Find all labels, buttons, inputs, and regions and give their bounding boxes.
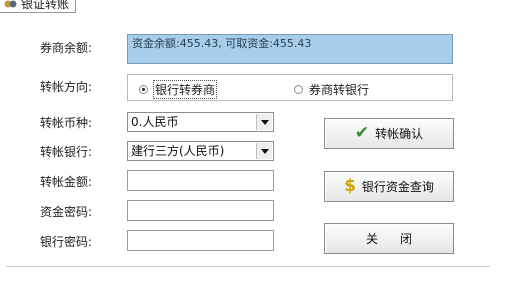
bank-value: 建行三方(人民币) bbox=[131, 144, 225, 158]
transfer-direction-label: 转帐方向: bbox=[40, 80, 93, 94]
bank-funds-query-label: 银行资金查询 bbox=[361, 180, 434, 194]
bank-select[interactable]: 建行三方(人民币) bbox=[127, 141, 274, 161]
currency-value: 0.人民币 bbox=[131, 115, 179, 129]
bank-funds-query-button[interactable]: $ 银行资金查询 bbox=[324, 171, 454, 202]
radio-broker-to-bank[interactable]: 券商转银行 bbox=[294, 81, 369, 98]
transfer-direction-group: 银行转券商 券商转银行 bbox=[127, 74, 453, 101]
radio-unselected-icon bbox=[294, 85, 303, 94]
bank-label: 转帐银行: bbox=[40, 145, 93, 159]
close-label: 关闭 bbox=[365, 232, 434, 246]
radio-bank-to-broker-label: 银行转券商 bbox=[152, 80, 218, 99]
tab-bank-securities-transfer[interactable]: 银证转账 bbox=[0, 0, 77, 13]
chevron-down-icon[interactable] bbox=[256, 143, 272, 159]
confirm-transfer-label: 转帐确认 bbox=[375, 127, 424, 141]
tab-label: 银证转账 bbox=[21, 0, 70, 11]
radio-broker-to-bank-label: 券商转银行 bbox=[309, 83, 370, 97]
broker-balance-label: 券商余额: bbox=[40, 41, 93, 55]
divider bbox=[6, 266, 490, 267]
bank-password-label: 银行密码: bbox=[40, 235, 93, 249]
radio-bank-to-broker[interactable]: 银行转券商 bbox=[139, 80, 218, 99]
checkmark-icon: ✔ bbox=[354, 123, 370, 143]
fund-password-input[interactable] bbox=[127, 200, 274, 221]
close-button[interactable]: 关闭 bbox=[324, 223, 454, 254]
radio-selected-icon bbox=[139, 85, 148, 94]
dollar-icon: $ bbox=[344, 176, 356, 196]
money-transfer-icon bbox=[4, 0, 17, 8]
fund-password-label: 资金密码: bbox=[40, 205, 93, 219]
currency-label: 转帐币种: bbox=[40, 116, 93, 130]
broker-balance-display: 资金余额:455.43, 可取资金:455.43 bbox=[127, 34, 453, 64]
bank-password-input[interactable] bbox=[127, 230, 274, 251]
tab-bar: 银证转账 bbox=[0, 0, 528, 14]
confirm-transfer-button[interactable]: ✔ 转帐确认 bbox=[324, 118, 454, 149]
currency-select[interactable]: 0.人民币 bbox=[127, 112, 274, 132]
chevron-down-icon[interactable] bbox=[256, 114, 272, 130]
transfer-amount-input[interactable] bbox=[127, 170, 274, 191]
transfer-amount-label: 转帐金额: bbox=[40, 175, 93, 189]
